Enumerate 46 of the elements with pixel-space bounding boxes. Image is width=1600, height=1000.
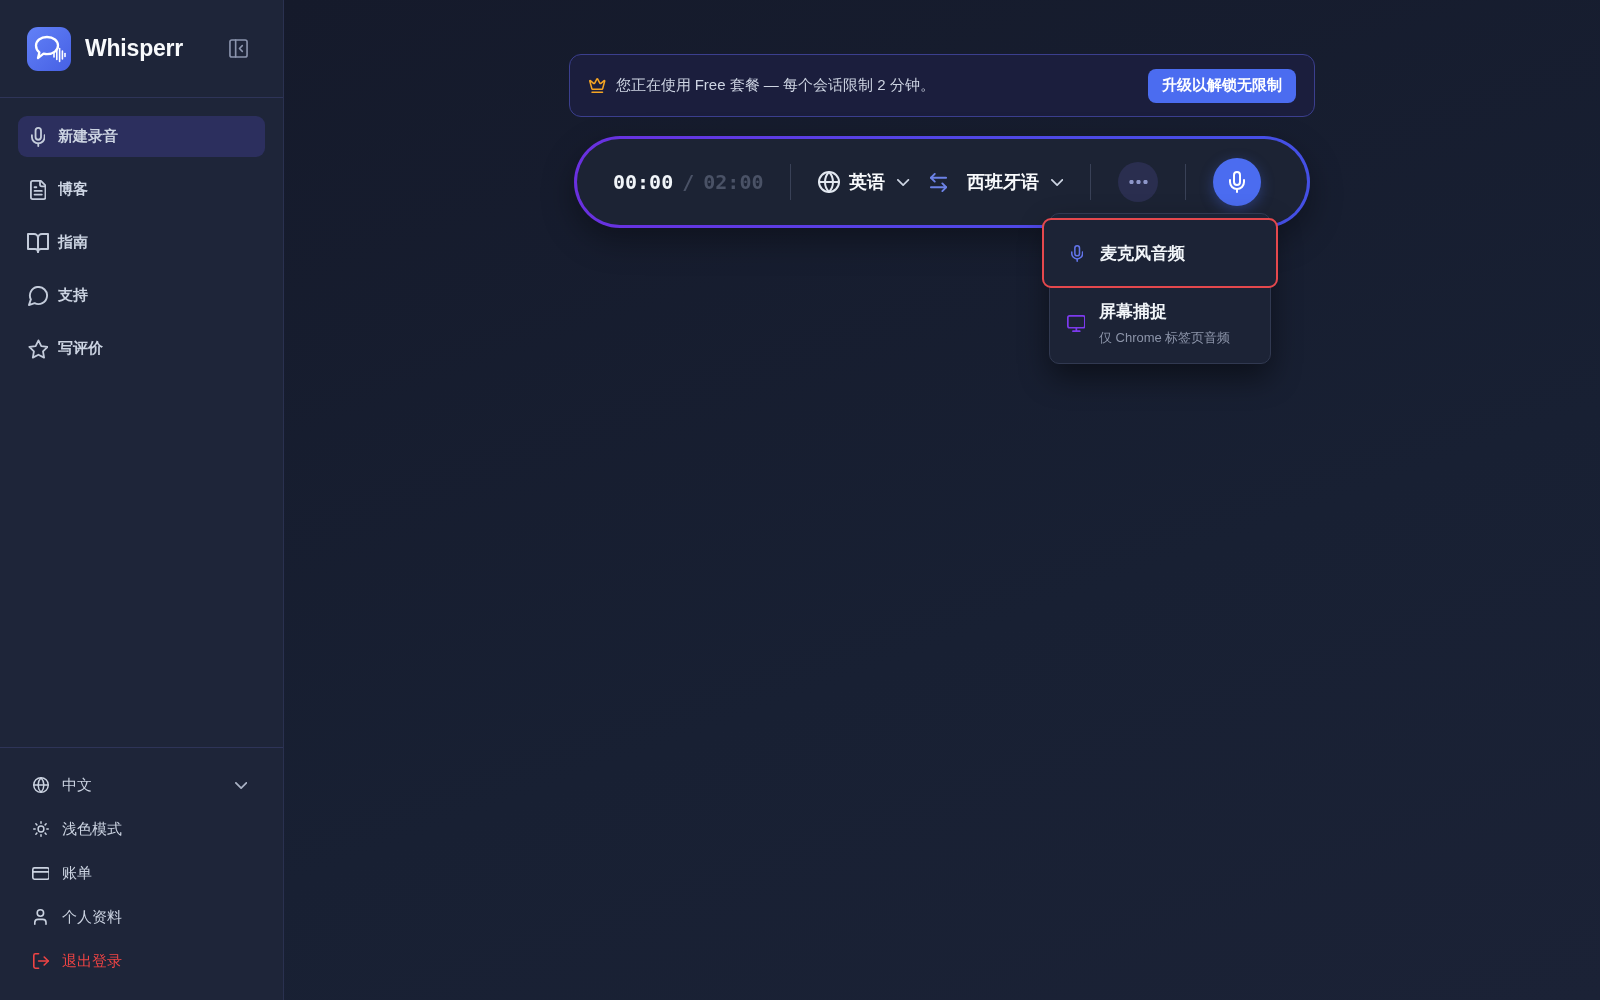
mic-icon xyxy=(30,126,46,147)
star-icon xyxy=(27,338,49,359)
chat-bubble-icon xyxy=(27,285,49,306)
upgrade-button[interactable]: 升级以解锁无限制 xyxy=(1148,68,1296,103)
person-icon xyxy=(34,909,47,925)
nav-item[interactable]: 写评价 xyxy=(18,328,265,369)
sidebar-link[interactable]: 个人资料 xyxy=(18,895,265,939)
plan-message: 您正在使用 Free 套餐 — 每个会话限制 2 分钟。 xyxy=(615,76,935,95)
elapsed-time: 00:00 xyxy=(613,170,674,194)
menu-item-subtitle: 仅 Chrome 标签页音频 xyxy=(1099,329,1231,347)
sidebar-link[interactable]: 浅色模式 xyxy=(18,807,265,851)
swap-arrows-icon[interactable] xyxy=(929,172,947,192)
mic-icon xyxy=(1070,244,1084,262)
menu-item-title: 屏幕捕捉 xyxy=(1099,301,1168,323)
nav-item[interactable]: 指南 xyxy=(18,222,265,263)
chevron-down-icon xyxy=(897,178,910,186)
more-options-button[interactable] xyxy=(1118,162,1159,202)
brand-name: Whisperr xyxy=(85,35,184,62)
nav-item[interactable]: 支持 xyxy=(18,275,265,316)
record-button[interactable] xyxy=(1213,158,1262,206)
card-icon xyxy=(31,866,50,880)
nav-item[interactable]: 新建录音 xyxy=(18,116,265,157)
target-language-selector[interactable]: 西班牙语 xyxy=(966,170,1064,194)
menu-item[interactable]: 屏幕捕捉 仅 Chrome 标签页音频 xyxy=(1050,288,1270,359)
logout-link[interactable]: 退出登录 xyxy=(18,939,265,983)
source-language-selector[interactable]: 英语 xyxy=(818,170,910,194)
chevron-down-icon xyxy=(1050,178,1064,186)
time-separator: / xyxy=(682,170,695,194)
mic-icon xyxy=(1229,171,1246,193)
book-icon xyxy=(27,232,49,253)
globe-icon xyxy=(32,777,49,793)
sun-icon xyxy=(32,821,49,837)
sidebar-collapse-icon[interactable] xyxy=(229,39,248,58)
globe-icon xyxy=(818,171,841,193)
nav-item[interactable]: 博客 xyxy=(18,169,265,210)
logout-icon xyxy=(32,953,49,969)
document-icon xyxy=(29,179,47,200)
sidebar-link[interactable]: 账单 xyxy=(18,851,265,895)
app-logo xyxy=(27,26,71,71)
ellipsis-icon xyxy=(1128,180,1148,184)
chevron-down-icon xyxy=(234,781,247,789)
monitor-icon xyxy=(1066,315,1086,332)
language-selector[interactable]: 中文 xyxy=(18,763,265,807)
menu-item-title: 麦克风音频 xyxy=(1100,242,1185,265)
menu-item[interactable]: 麦克风音频 xyxy=(1042,218,1278,288)
crown-icon xyxy=(589,78,606,93)
